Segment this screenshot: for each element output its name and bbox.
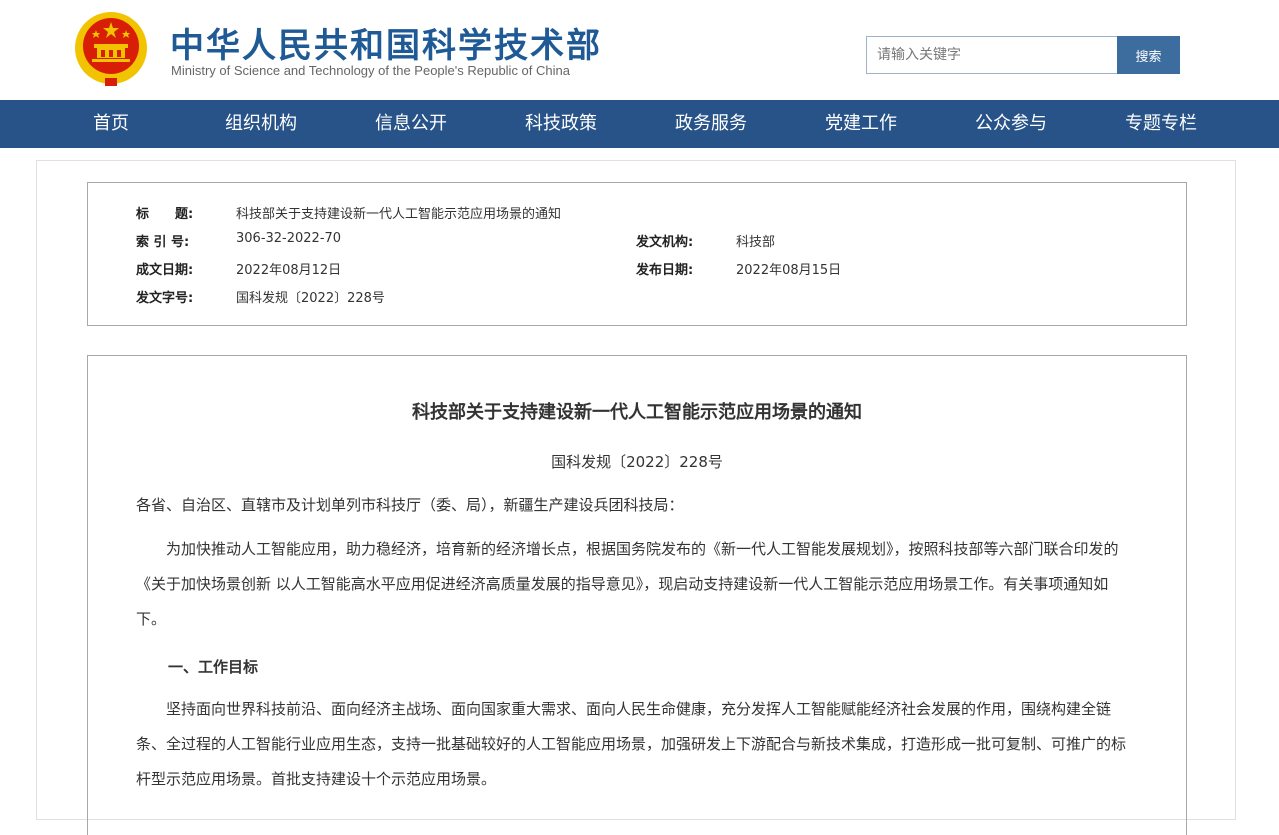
nav-item-home[interactable]: 首页 — [36, 100, 186, 148]
nav-item-policy[interactable]: 科技政策 — [486, 100, 636, 148]
search-button[interactable]: 搜索 — [1117, 36, 1180, 74]
section-heading: 一、工作目标 — [168, 658, 259, 676]
nav-item-information[interactable]: 信息公开 — [336, 100, 486, 148]
meta-issuer-value: 科技部 — [736, 235, 776, 250]
section-paragraph: 坚持面向世界科技前沿、面向经济主战场、面向国家重大需求、面向人民生命健康，充分发… — [136, 700, 1127, 788]
article-doc-number: 国科发规〔2022〕228号 — [551, 453, 723, 471]
site-header: 中华人民共和国科学技术部 Ministry of Science and Tec… — [0, 0, 1279, 100]
meta-created-label: 成文日期: — [136, 263, 194, 278]
nav-item-public[interactable]: 公众参与 — [936, 100, 1086, 148]
site-title[interactable]: 中华人民共和国科学技术部 — [170, 18, 602, 67]
meta-created-value: 2022年08月12日 — [236, 263, 342, 278]
meta-index-value: 306-32-2022-70 — [236, 231, 342, 246]
meta-published-label: 发布日期: — [636, 263, 694, 278]
search-input[interactable] — [866, 36, 1117, 74]
meta-docno-label: 发文字号: — [136, 291, 194, 306]
article-body: 科技部关于支持建设新一代人工智能示范应用场景的通知 国科发规〔2022〕228号… — [87, 355, 1187, 835]
main-nav: 首页 组织机构 信息公开 科技政策 政务服务 党建工作 公众参与 专题专栏 — [0, 100, 1279, 148]
nav-item-organization[interactable]: 组织机构 — [186, 100, 336, 148]
nav-item-services[interactable]: 政务服务 — [636, 100, 786, 148]
meta-issuer-label: 发文机构: — [636, 235, 694, 250]
article-intro-paragraph: 为加快推动人工智能应用，助力稳经济，培育新的经济增长点，根据国务院发布的《新一代… — [136, 540, 1119, 628]
meta-title-label: 标 题: — [136, 207, 194, 222]
meta-title-value: 科技部关于支持建设新一代人工智能示范应用场景的通知 — [236, 207, 562, 222]
site-subtitle: Ministry of Science and Technology of th… — [171, 63, 570, 78]
meta-published-value: 2022年08月15日 — [736, 263, 842, 278]
document-metadata: 标 题: 科技部关于支持建设新一代人工智能示范应用场景的通知 索 引 号: 30… — [87, 182, 1187, 326]
nav-item-topics[interactable]: 专题专栏 — [1086, 100, 1236, 148]
nav-item-party[interactable]: 党建工作 — [786, 100, 936, 148]
national-emblem-icon[interactable] — [72, 8, 150, 88]
article-salutation: 各省、自治区、直辖市及计划单列市科技厅（委、局），新疆生产建设兵团科技局： — [136, 496, 684, 514]
content-area: 标 题: 科技部关于支持建设新一代人工智能示范应用场景的通知 索 引 号: 30… — [36, 160, 1236, 835]
meta-docno-value: 国科发规〔2022〕228号 — [236, 291, 385, 306]
meta-index-label: 索 引 号: — [136, 235, 190, 250]
article-title: 科技部关于支持建设新一代人工智能示范应用场景的通知 — [412, 402, 862, 423]
